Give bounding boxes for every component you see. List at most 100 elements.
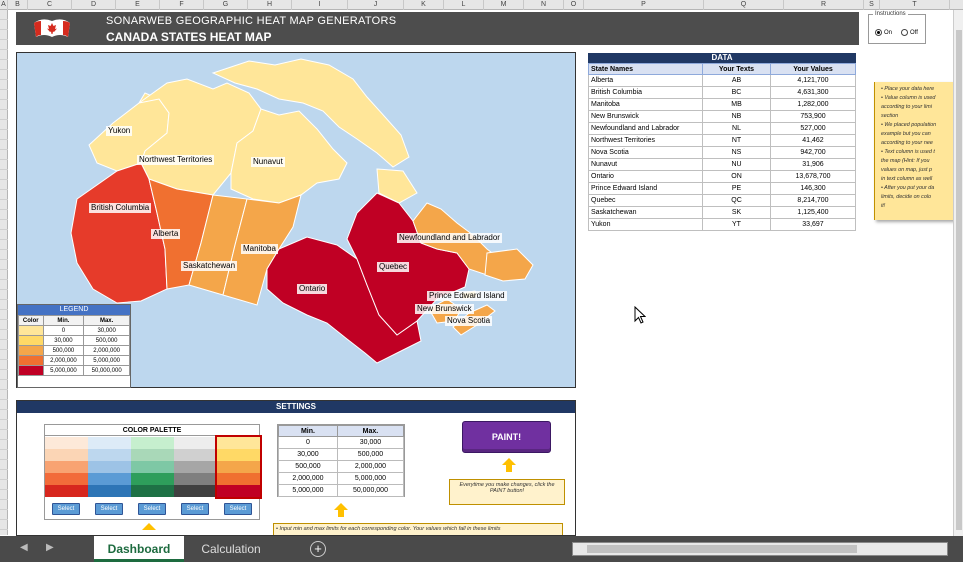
- cell-state-name[interactable]: British Columbia: [588, 86, 703, 99]
- cell-your-text[interactable]: NS: [702, 146, 771, 159]
- row-header[interactable]: [0, 350, 8, 360]
- cell-your-value[interactable]: 527,000: [770, 122, 856, 135]
- cell-your-text[interactable]: NT: [702, 134, 771, 147]
- horizontal-scrollbar[interactable]: [572, 542, 948, 556]
- cell-your-text[interactable]: MB: [702, 98, 771, 111]
- palette-option-2[interactable]: [88, 437, 131, 497]
- cell-your-value[interactable]: 4,631,300: [770, 86, 856, 99]
- tab-calculation[interactable]: Calculation: [188, 536, 274, 562]
- row-header[interactable]: [0, 430, 8, 440]
- row-header[interactable]: [0, 320, 8, 330]
- select-palette-button[interactable]: Select: [181, 503, 209, 515]
- range-max-cell[interactable]: 5,000,000: [336, 472, 405, 485]
- cell-your-value[interactable]: 1,125,400: [770, 206, 856, 219]
- cell-state-name[interactable]: New Brunswick: [588, 110, 703, 123]
- cell-your-text[interactable]: NB: [702, 110, 771, 123]
- row-header[interactable]: [0, 420, 8, 430]
- cell-your-text[interactable]: SK: [702, 206, 771, 219]
- tab-dashboard[interactable]: Dashboard: [94, 536, 184, 562]
- column-header[interactable]: I: [292, 0, 348, 10]
- range-min-cell[interactable]: 0: [278, 436, 338, 449]
- cell-state-name[interactable]: Yukon: [588, 218, 703, 231]
- cell-your-value[interactable]: 146,300: [770, 182, 856, 195]
- row-header[interactable]: [0, 140, 8, 150]
- column-header[interactable]: K: [404, 0, 444, 10]
- palette-option-5[interactable]: [215, 435, 262, 499]
- cell-state-name[interactable]: Nunavut: [588, 158, 703, 171]
- column-header[interactable]: P: [584, 0, 704, 10]
- row-header[interactable]: [0, 250, 8, 260]
- cell-your-value[interactable]: 33,697: [770, 218, 856, 231]
- range-min-cell[interactable]: 30,000: [278, 448, 338, 461]
- range-min-cell[interactable]: 5,000,000: [278, 484, 338, 497]
- cell-state-name[interactable]: Quebec: [588, 194, 703, 207]
- row-header[interactable]: [0, 110, 8, 120]
- cell-state-name[interactable]: Prince Edward Island: [588, 182, 703, 195]
- row-header[interactable]: [0, 450, 8, 460]
- add-sheet-plus-icon[interactable]: +: [310, 541, 326, 557]
- range-min-cell[interactable]: 2,000,000: [278, 472, 338, 485]
- cell-your-text[interactable]: NU: [702, 158, 771, 171]
- column-header[interactable]: L: [444, 0, 484, 10]
- column-header[interactable]: Q: [704, 0, 784, 10]
- row-header[interactable]: [0, 160, 8, 170]
- column-header[interactable]: R: [784, 0, 864, 10]
- row-header[interactable]: [0, 50, 8, 60]
- row-header[interactable]: [0, 30, 8, 40]
- range-max-cell[interactable]: 50,000,000: [336, 484, 405, 497]
- row-header[interactable]: [0, 510, 8, 520]
- paint-button[interactable]: PAINT!: [462, 421, 551, 453]
- cell-state-name[interactable]: Saskatchewan: [588, 206, 703, 219]
- row-header[interactable]: [0, 280, 8, 290]
- horizontal-scroll-thumb[interactable]: [587, 545, 857, 553]
- cell-your-value[interactable]: 4,121,700: [770, 74, 856, 87]
- row-header[interactable]: [0, 240, 8, 250]
- cell-your-text[interactable]: ON: [702, 170, 771, 183]
- cell-your-text[interactable]: AB: [702, 74, 771, 87]
- range-min-cell[interactable]: 500,000: [278, 460, 338, 473]
- column-header[interactable]: H: [248, 0, 292, 10]
- row-header[interactable]: [0, 330, 8, 340]
- select-palette-button[interactable]: Select: [95, 503, 123, 515]
- row-header[interactable]: [0, 400, 8, 410]
- row-header[interactable]: [0, 370, 8, 380]
- column-header[interactable]: G: [204, 0, 248, 10]
- row-header[interactable]: [0, 270, 8, 280]
- range-max-cell[interactable]: 2,000,000: [336, 460, 405, 473]
- cell-state-name[interactable]: Alberta: [588, 74, 703, 87]
- row-header[interactable]: [0, 360, 8, 370]
- row-header[interactable]: [0, 290, 8, 300]
- cell-your-value[interactable]: 13,678,700: [770, 170, 856, 183]
- cell-your-text[interactable]: NL: [702, 122, 771, 135]
- column-header[interactable]: S: [864, 0, 880, 10]
- column-header[interactable]: C: [28, 0, 72, 10]
- row-header[interactable]: [0, 190, 8, 200]
- vertical-scrollbar[interactable]: [953, 10, 963, 536]
- row-header[interactable]: [0, 230, 8, 240]
- row-header[interactable]: [0, 220, 8, 230]
- cell-your-text[interactable]: BC: [702, 86, 771, 99]
- row-header[interactable]: [0, 310, 8, 320]
- column-header[interactable]: J: [348, 0, 404, 10]
- row-header[interactable]: [0, 150, 8, 160]
- row-header[interactable]: [0, 260, 8, 270]
- row-header[interactable]: [0, 470, 8, 480]
- row-header[interactable]: [0, 10, 8, 20]
- row-header[interactable]: [0, 410, 8, 420]
- cell-your-value[interactable]: 41,462: [770, 134, 856, 147]
- column-header[interactable]: A: [0, 0, 8, 10]
- row-header[interactable]: [0, 480, 8, 490]
- row-header[interactable]: [0, 340, 8, 350]
- row-header[interactable]: [0, 440, 8, 450]
- row-header[interactable]: [0, 380, 8, 390]
- column-header[interactable]: N: [524, 0, 564, 10]
- palette-option-3[interactable]: [131, 437, 174, 497]
- row-header[interactable]: [0, 210, 8, 220]
- tab-prev-arrow-icon[interactable]: ◀: [20, 542, 28, 553]
- cell-your-value[interactable]: 753,900: [770, 110, 856, 123]
- row-header[interactable]: [0, 500, 8, 510]
- cell-state-name[interactable]: Northwest Territories: [588, 134, 703, 147]
- cell-your-text[interactable]: YT: [702, 218, 771, 231]
- column-header[interactable]: B: [8, 0, 28, 10]
- row-header[interactable]: [0, 100, 8, 110]
